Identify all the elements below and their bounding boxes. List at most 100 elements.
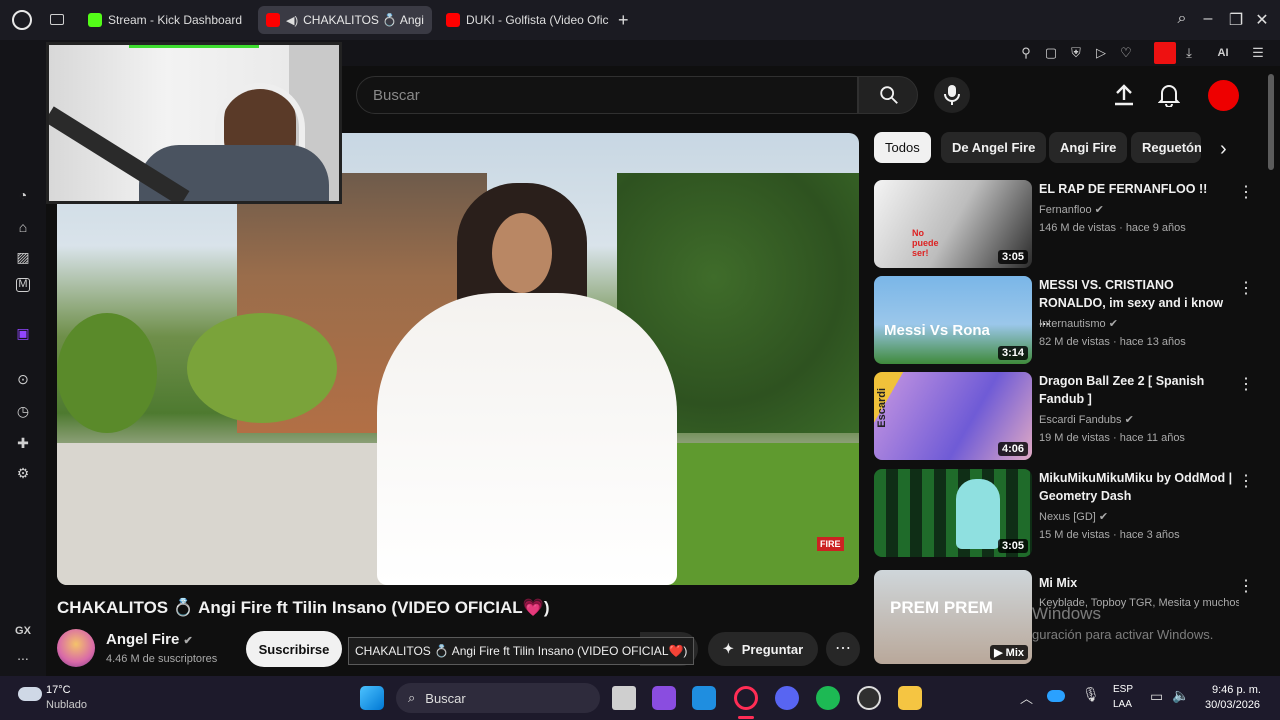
duration-badge: 4:06	[997, 442, 1028, 456]
tab-chakalitos[interactable]: ◀) CHAKALITOS 💍 Angi	[258, 6, 432, 34]
search-button[interactable]	[858, 76, 918, 114]
channel-name[interactable]: Nexus [GD] ✔	[1039, 510, 1108, 523]
channel-name[interactable]: Internautismo ✔	[1039, 317, 1118, 330]
download-icon[interactable]: ⤓	[1181, 45, 1197, 61]
menu-icon[interactable]: ☰	[1250, 45, 1266, 61]
opera-gx-logo-icon[interactable]	[12, 10, 32, 30]
player-icon[interactable]: ⊙	[14, 370, 32, 388]
voice-search-button[interactable]	[934, 77, 970, 113]
channel-name[interactable]: Fernanfloo ✔	[1039, 203, 1104, 216]
chip-angi-fire[interactable]: Angi Fire	[1049, 132, 1128, 163]
tab-label: CHAKALITOS 💍 Angi	[303, 13, 424, 27]
search-box[interactable]	[356, 76, 858, 114]
network-icon[interactable]: ▭	[1150, 688, 1163, 705]
chevron-right-icon[interactable]: ›	[1220, 138, 1227, 161]
chip-regueton[interactable]: Reguetón	[1131, 132, 1201, 163]
recommended-video[interactable]: Escardi 4:06 Dragon Ball Zee 2 [ Spanish…	[874, 372, 1260, 460]
windows-start-icon[interactable]	[360, 686, 384, 710]
visual-studio-icon[interactable]	[652, 686, 676, 710]
video-bush-center	[187, 313, 337, 423]
video-girl-dress	[377, 293, 677, 585]
vscode-icon[interactable]	[692, 686, 716, 710]
obs-icon[interactable]	[857, 686, 881, 710]
video-thumbnail[interactable]: Messi Vs Rona 3:14	[874, 276, 1032, 364]
close-icon[interactable]: ✕	[1252, 10, 1272, 30]
minimize-icon[interactable]: –	[1198, 10, 1218, 28]
chip-todos[interactable]: Todos	[874, 132, 931, 163]
mix-thumbnail[interactable]: PREM PREM ▶ Mix	[874, 570, 1032, 664]
more-options-icon[interactable]: ⋮	[1238, 374, 1254, 394]
history-icon[interactable]: ◷	[14, 402, 32, 420]
language-layout[interactable]: LAA	[1113, 699, 1132, 710]
snapshot-icon[interactable]: ▢	[1043, 45, 1059, 61]
spotify-icon[interactable]	[816, 686, 840, 710]
maximize-icon[interactable]: ❐	[1226, 10, 1246, 30]
gx-corner-icon[interactable]: ⌂	[14, 218, 32, 236]
more-options-icon[interactable]: ⋮	[1238, 471, 1254, 491]
search-tabs-icon[interactable]: ⌕	[1172, 10, 1192, 28]
ask-ai-button[interactable]: ✦ Preguntar	[708, 632, 818, 666]
upload-icon[interactable]	[1113, 83, 1135, 107]
ai-icon[interactable]: AI	[1208, 45, 1238, 61]
notifications-bell-icon[interactable]	[1158, 83, 1180, 107]
settings-icon[interactable]: ⚙	[14, 464, 32, 482]
video-title[interactable]: EL RAP DE FERNANFLOO !!	[1039, 180, 1235, 198]
more-options-icon[interactable]: ⋮	[1238, 576, 1254, 596]
video-title: CHAKALITOS 💍 Angi Fire ft Tilin Insano (…	[57, 598, 550, 617]
clock-date[interactable]: 30/03/2026	[1205, 699, 1260, 711]
more-options-icon[interactable]: ⋮	[1238, 182, 1254, 202]
subscribe-button[interactable]: Suscribirse	[246, 631, 342, 667]
video-title[interactable]: Dragon Ball Zee 2 [ Spanish Fandub ]	[1039, 372, 1235, 408]
gx-label[interactable]: GX	[14, 622, 32, 640]
channel-name[interactable]: Angel Fire ✔	[106, 631, 193, 648]
discord-icon[interactable]	[775, 686, 799, 710]
heart-icon[interactable]: ♡	[1118, 45, 1134, 61]
video-thumbnail[interactable]: No puede ser! 3:05	[874, 180, 1032, 268]
mix-title[interactable]: Mi Mix	[1039, 574, 1235, 592]
onedrive-icon[interactable]	[1047, 690, 1065, 702]
weather-cloud-icon[interactable]	[18, 687, 42, 701]
video-meta: 15 M de vistas · hace 3 años	[1039, 529, 1180, 541]
gx-control-icon[interactable]: ▨	[14, 248, 32, 266]
language-code[interactable]: ESP	[1113, 684, 1133, 695]
taskbar-search[interactable]: ⌕ Buscar	[396, 683, 600, 713]
volume-icon[interactable]: 🔈	[1172, 687, 1189, 704]
opera-gx-icon[interactable]	[734, 686, 758, 710]
play-icon[interactable]: ▷	[1093, 45, 1109, 61]
more-icon[interactable]: ...	[14, 646, 32, 664]
video-thumbnail[interactable]: Escardi 4:06	[874, 372, 1032, 460]
tab-overview-icon[interactable]	[50, 14, 64, 25]
video-title[interactable]: MikuMikuMikuMiku by OddMod | Geometry Da…	[1039, 469, 1235, 505]
messenger-icon[interactable]: M	[16, 278, 30, 292]
recommended-video[interactable]: Messi Vs Rona 3:14 MESSI VS. CRISTIANO R…	[874, 276, 1260, 364]
tray-chevron-icon[interactable]: ︿	[1020, 688, 1033, 707]
new-tab-button[interactable]: +	[618, 10, 629, 31]
recommended-video[interactable]: 3:05 MikuMikuMikuMiku by OddMod | Geomet…	[874, 469, 1260, 557]
shield-icon[interactable]: ⛨	[1068, 45, 1084, 61]
clock-time[interactable]: 9:46 p. m.	[1212, 684, 1261, 696]
channel-name[interactable]: Escardi Fandubs ✔	[1039, 413, 1134, 426]
account-avatar[interactable]	[1208, 80, 1239, 111]
speed-dial-icon[interactable]: ◔	[14, 186, 32, 204]
streamer-webcam-overlay	[46, 42, 342, 204]
search-input[interactable]	[373, 77, 843, 113]
channel-avatar[interactable]	[57, 629, 95, 667]
pin-icon[interactable]: ⚲	[1018, 45, 1034, 61]
page-scrollbar[interactable]	[1268, 74, 1274, 170]
video-thumbnail[interactable]: 3:05	[874, 469, 1032, 557]
tab-duki-golfista[interactable]: DUKI - Golfista (Video Ofic	[438, 6, 612, 34]
microphone-icon[interactable]: 🎙	[1082, 686, 1100, 703]
windows-taskbar: 17°C Nublado ⌕ Buscar ︿ 🎙 ESP LAA ▭ 🔈 9:4…	[0, 676, 1280, 720]
extension-red-icon[interactable]	[1154, 42, 1176, 64]
extensions-icon[interactable]: ✚	[14, 434, 32, 452]
more-options-icon[interactable]: ⋮	[1238, 278, 1254, 298]
chip-de-angel-fire[interactable]: De Angel Fire	[941, 132, 1047, 163]
thumb-caption: PREM PREM	[890, 598, 993, 617]
webcam-border-green	[129, 45, 259, 48]
more-actions-button[interactable]: ⋯	[826, 632, 860, 666]
tab-kick-dashboard[interactable]: Stream - Kick Dashboard	[80, 6, 252, 34]
file-explorer-icon[interactable]	[898, 686, 922, 710]
task-view-icon[interactable]	[612, 686, 636, 710]
recommended-video[interactable]: No puede ser! 3:05 EL RAP DE FERNANFLOO …	[874, 180, 1260, 268]
twitch-icon[interactable]: ▣	[14, 324, 32, 342]
